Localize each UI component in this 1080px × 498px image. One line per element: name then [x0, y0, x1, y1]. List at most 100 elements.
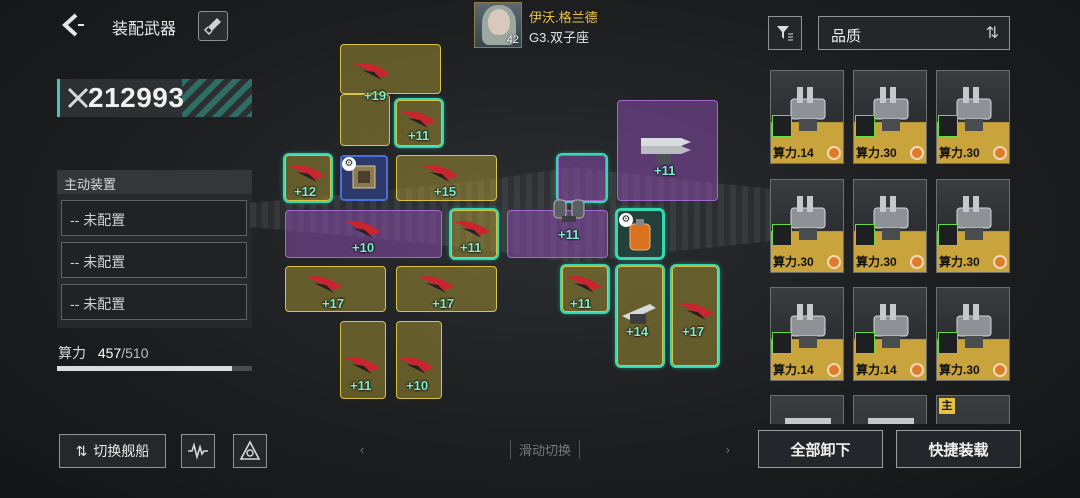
rarity-badge-icon: [772, 224, 792, 246]
missile-launcher-icon: [641, 138, 691, 164]
module-level: +17: [322, 296, 345, 311]
active-slot-3[interactable]: -- 未配置: [61, 284, 247, 320]
compute-cost: 算力.14: [856, 363, 897, 377]
swipe-hint-label: 滑动切换: [509, 440, 580, 459]
active-device-header: 主动装置: [57, 170, 252, 194]
equipment-card[interactable]: [853, 395, 927, 424]
pilot-avatar[interactable]: 42: [474, 2, 522, 48]
equipment-card[interactable]: 算力.30: [936, 287, 1010, 381]
sort-select-label: 品质: [831, 28, 862, 45]
module-level: +17: [432, 296, 455, 311]
rarity-badge-icon: [772, 115, 792, 137]
equipment-card[interactable]: 算力.14: [853, 287, 927, 381]
equipment-card[interactable]: 主: [936, 395, 1010, 424]
equipment-card[interactable]: 算力.30: [936, 179, 1010, 273]
module-level: +11: [460, 240, 482, 255]
main-tag: 主: [939, 398, 955, 414]
capacity-label: 算力 457/510: [58, 343, 149, 363]
chevron-left-icon: [62, 13, 84, 37]
gear-icon: [910, 255, 924, 269]
wing-module-icon: [678, 303, 714, 320]
equipment-card[interactable]: 算力.14: [770, 287, 844, 381]
equipment-card[interactable]: [770, 395, 844, 424]
module-level: +14: [626, 324, 649, 339]
rarity-badge-icon: [938, 332, 958, 354]
wing-module-icon: [422, 165, 458, 182]
module-button[interactable]: [233, 434, 267, 468]
weapon-art-icon: [868, 418, 914, 424]
switch-ship-button[interactable]: ⇅ 切换舰船: [59, 434, 166, 468]
stats-button[interactable]: [181, 434, 215, 468]
equipment-card[interactable]: 算力.30: [936, 70, 1010, 164]
compute-cost: 算力.30: [939, 146, 980, 160]
module-level: +11: [570, 296, 592, 311]
page-title: 装配武器: [112, 21, 177, 38]
prev-arrow-icon[interactable]: ‹: [360, 442, 364, 457]
sort-order-icon[interactable]: ⇅: [986, 23, 999, 43]
module-level: +17: [682, 324, 705, 339]
wing-module-icon: [289, 165, 325, 182]
rarity-badge-icon: [938, 224, 958, 246]
wing-module-icon: [306, 276, 342, 293]
back-button[interactable]: [56, 10, 86, 40]
gear-icon: [993, 363, 1007, 377]
compute-cost: 算力.30: [856, 146, 897, 160]
rocket-icon: [203, 18, 221, 36]
module-level: +15: [434, 184, 457, 199]
weapon-art-icon: [785, 418, 831, 424]
slot-cell[interactable]: [558, 155, 606, 201]
switch-ship-label: 切换舰船: [93, 443, 150, 459]
wing-module-icon: [345, 221, 381, 238]
unequip-all-button[interactable]: 全部卸下: [758, 430, 883, 468]
wing-module-icon: [400, 111, 436, 128]
active-slot-1[interactable]: -- 未配置: [61, 200, 247, 236]
waveform-icon: [188, 442, 208, 460]
wing-module-icon: [566, 276, 602, 293]
compute-cost: 算力.14: [773, 363, 814, 377]
quick-equip-button[interactable]: 快捷装载: [896, 430, 1021, 468]
triangle-core-icon: [239, 440, 261, 460]
module-level: +11: [350, 378, 372, 393]
compute-cost: 算力.14: [773, 146, 814, 160]
switch-arrows-icon: ⇅: [75, 442, 88, 459]
next-arrow-icon[interactable]: ›: [726, 442, 730, 457]
compute-cost: 算力.30: [856, 255, 897, 269]
pilot-name: 伊沃.格兰德: [529, 10, 598, 25]
module-level: +11: [654, 163, 676, 178]
module-level: +12: [294, 184, 317, 199]
rarity-badge-icon: [772, 332, 792, 354]
compute-cost: 算力.30: [939, 255, 980, 269]
equipment-card[interactable]: 算力.30: [770, 179, 844, 273]
module-level: +10: [352, 240, 375, 255]
wing-module-icon: [398, 357, 434, 374]
filter-button[interactable]: [768, 16, 802, 50]
rarity-badge-icon: [855, 115, 875, 137]
swipe-hint: ‹ 滑动切换 ›: [360, 440, 730, 459]
gear-icon: ⚙: [342, 157, 356, 171]
capacity-title: 算力: [58, 345, 86, 361]
module-level: +10: [406, 378, 429, 393]
rocket-button[interactable]: [198, 11, 228, 41]
wing-module-icon: [354, 63, 390, 80]
gear-icon: [993, 146, 1007, 160]
filter-icon: [777, 26, 793, 41]
compute-cost: 算力.30: [773, 255, 814, 269]
gear-icon: [827, 363, 841, 377]
capacity-bar-fill: [57, 366, 232, 371]
equipment-card[interactable]: 算力.30: [853, 179, 927, 273]
active-slot-2[interactable]: -- 未配置: [61, 242, 247, 278]
gear-icon: [993, 255, 1007, 269]
gear-icon: ⚙: [619, 213, 633, 227]
capacity-used: 457: [97, 345, 122, 361]
turret-module-icon: [622, 304, 656, 324]
gear-icon: [827, 146, 841, 160]
inventory-grid: 算力.14 算力.30 算力.30 算力.30 算力.30 算力.30 算力.14 算力.14…: [760, 58, 1020, 424]
equipment-card[interactable]: 算力.30: [853, 70, 927, 164]
sort-select[interactable]: 品质 ⇅: [818, 16, 1010, 50]
equipment-card[interactable]: 算力.14: [770, 70, 844, 164]
pilot-level: 42: [506, 34, 519, 46]
module-level: +11: [408, 128, 430, 143]
module-level: +11: [558, 227, 580, 242]
capacity-total: /510: [121, 345, 149, 361]
capacity-bar: [57, 366, 252, 371]
